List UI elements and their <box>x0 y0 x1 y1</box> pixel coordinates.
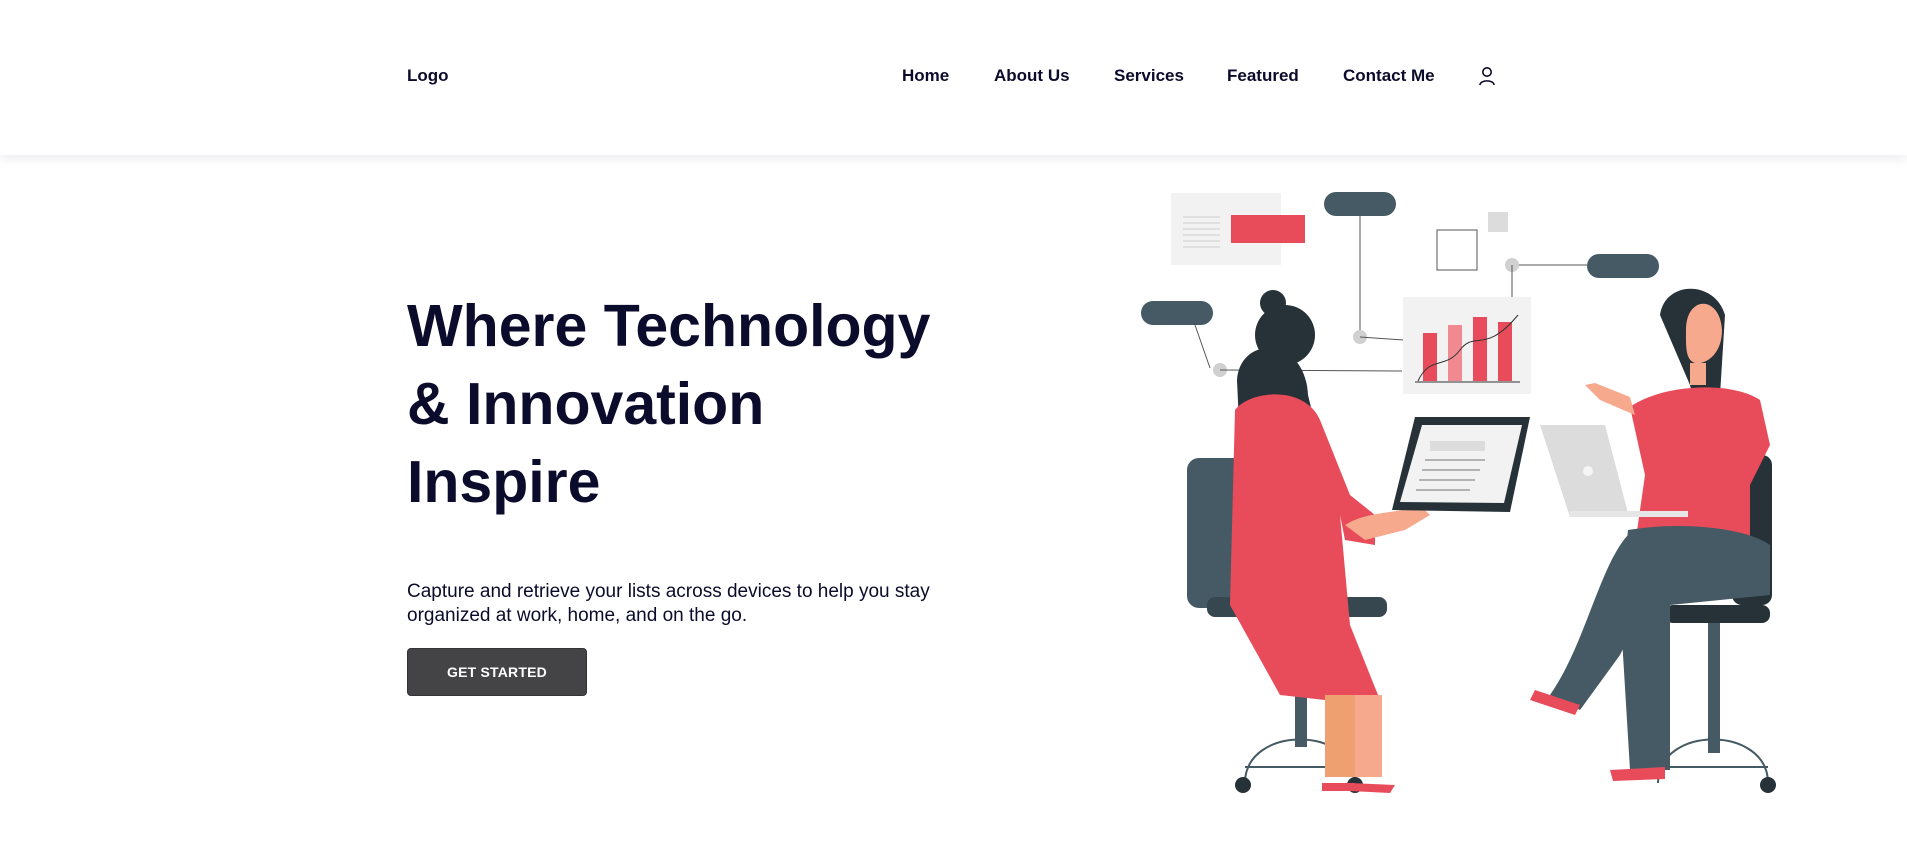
hero-title-line: Where Technology <box>407 293 931 359</box>
hero-title: Where Technology & Innovation Inspire <box>407 287 1007 521</box>
two-women-working-illustration <box>1130 185 1830 805</box>
nav-link-contact-me[interactable]: Contact Me <box>1343 66 1435 86</box>
nav-link-services[interactable]: Services <box>1114 66 1184 86</box>
user-icon[interactable] <box>1478 66 1496 86</box>
pill-shape <box>1587 254 1659 278</box>
site-header: Logo Home About Us Services Featured Con… <box>0 0 1907 155</box>
hero-title-line: Inspire <box>407 449 601 515</box>
nav-link-home[interactable]: Home <box>902 66 949 86</box>
pill-shape <box>1324 192 1396 216</box>
pill-shape <box>1141 301 1213 325</box>
nav-link-featured[interactable]: Featured <box>1227 66 1299 86</box>
get-started-button[interactable]: GET STARTED <box>407 648 587 696</box>
hero-title-line: & Innovation <box>407 371 765 437</box>
logo[interactable]: Logo <box>407 66 449 86</box>
nav-link-about-us[interactable]: About Us <box>994 66 1070 86</box>
hero-subtitle: Capture and retrieve your lists across d… <box>407 581 930 626</box>
